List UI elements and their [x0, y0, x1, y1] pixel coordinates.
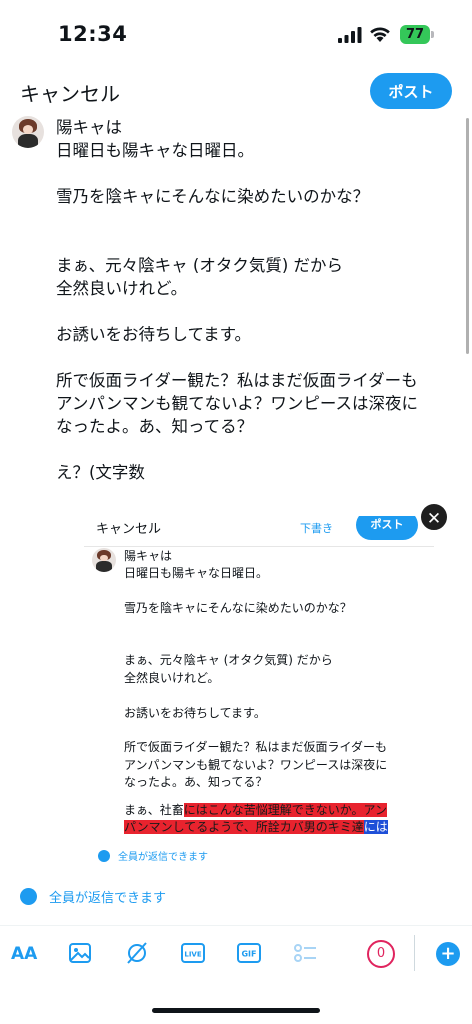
battery-tip — [431, 31, 434, 38]
post-button[interactable]: ポスト — [370, 73, 452, 109]
image-icon[interactable] — [67, 940, 93, 966]
globe-icon — [20, 888, 37, 905]
attached-image-highlight-line-2: パンマンしてるようで、所詮カバ男のキミ達には — [124, 819, 388, 836]
attached-image-plain-text: まぁ、社畜 — [124, 803, 184, 817]
attached-image-text: 陽キャは 日曜日も陽キャな日曜日。 雪乃を陰キャにそんなに染めたいのかな？ まぁ… — [124, 549, 388, 790]
attached-image[interactable]: キャンセル 下書き ポスト 陽キャは 日曜日も陽キャな日曜日。 雪乃を陰キャにそ… — [84, 516, 434, 836]
attached-image-cancel-text: キャンセル — [96, 522, 162, 537]
attached-image-draft-text: 下書き — [300, 522, 333, 535]
home-indicator — [152, 1008, 320, 1013]
post-text-input[interactable]: 陽キャは 日曜日も陽キャな日曜日。 雪乃を陰キャにそんなに染めたいのかな？ まぁ… — [56, 116, 454, 484]
attached-image-highlight-line-1: まぁ、社畜にはこんな苦悩理解できないか。アン — [124, 802, 388, 819]
battery-level: 77 — [400, 25, 430, 44]
globe-icon — [98, 850, 110, 862]
attached-image-selected-text: には — [363, 820, 388, 834]
battery-indicator: 77 — [400, 25, 434, 44]
text-format-button[interactable]: AA — [11, 944, 41, 970]
attached-image-post-text: ポスト — [356, 516, 418, 540]
cancel-button[interactable]: キャンセル — [20, 78, 120, 107]
avatar — [12, 116, 44, 148]
scrollbar[interactable] — [466, 118, 469, 354]
live-label: LIVE — [184, 951, 201, 959]
attached-image-highlight-text: にはこんな苦悩理解できないか。アン — [183, 803, 388, 817]
attached-image-highlight-text-2: パンマンしてるようで、所詮カバ男のキミ達 — [124, 820, 364, 834]
status-bar: 12:34 77 — [0, 0, 472, 70]
reply-setting-label: 全員が返信できます — [49, 891, 167, 906]
remove-image-button[interactable]: ✕ — [419, 502, 449, 532]
gif-icon[interactable]: GIF — [236, 940, 262, 966]
grok-icon[interactable] — [124, 940, 150, 966]
attached-image-reply-label: 全員が返信できます — [118, 852, 208, 863]
live-icon[interactable]: LIVE — [180, 940, 206, 966]
cellular-signal-icon — [338, 27, 362, 43]
attached-image-divider — [84, 546, 434, 547]
toolbar-vertical-divider — [414, 935, 415, 971]
attached-image-reply-setting: 全員が返信できます — [98, 848, 208, 863]
add-post-button[interactable]: + — [436, 942, 460, 966]
status-time: 12:34 — [58, 22, 128, 46]
reply-setting-button[interactable]: 全員が返信できます — [20, 887, 166, 906]
poll-icon — [294, 944, 316, 962]
wifi-icon — [370, 27, 390, 42]
gif-label: GIF — [241, 950, 256, 959]
toolbar-divider — [0, 925, 472, 926]
character-counter: 0 — [367, 940, 395, 968]
attached-image-avatar — [92, 548, 116, 572]
